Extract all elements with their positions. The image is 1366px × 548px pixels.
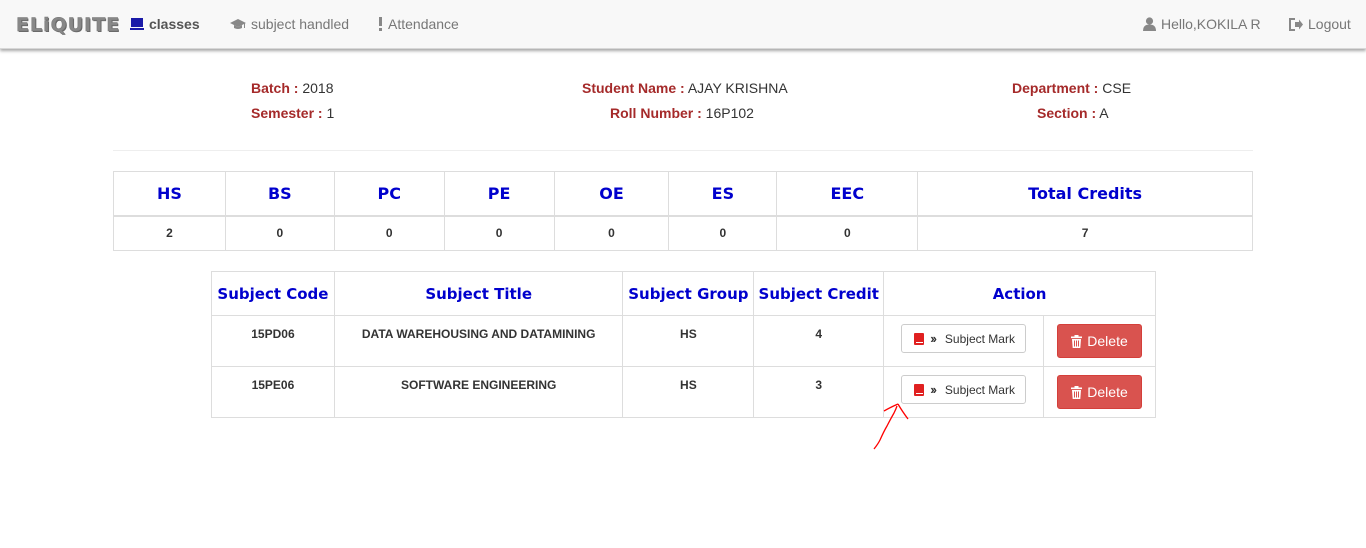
subject-credit: 4 bbox=[753, 315, 885, 367]
semester-value: 1 bbox=[326, 105, 335, 121]
delete-label: Delete bbox=[1087, 333, 1128, 349]
credits-value-pc: 0 bbox=[333, 215, 445, 251]
credits-header-es: ES bbox=[668, 171, 778, 217]
credits-value-es: 0 bbox=[668, 215, 778, 251]
credits-header-pe: PE bbox=[443, 171, 555, 217]
subject-title: DATA WAREHOUSING AND DATAMINING bbox=[333, 315, 624, 367]
subject-code: 15PE06 bbox=[211, 366, 335, 418]
subject-group: HS bbox=[622, 315, 755, 367]
book-icon bbox=[914, 332, 925, 345]
department-label: Department : bbox=[1012, 80, 1099, 96]
trash-icon bbox=[1071, 385, 1083, 399]
credits-header-total: Total Credits bbox=[917, 171, 1253, 217]
nav-item-classes[interactable]: classes bbox=[130, 16, 200, 32]
credits-value-oe: 0 bbox=[553, 215, 670, 251]
credits-header-bs: BS bbox=[224, 171, 335, 217]
student-name-info: Student Name : AJAY KRISHNA bbox=[582, 80, 788, 96]
batch-value: 2018 bbox=[302, 80, 334, 96]
header-subject-title: Subject Title bbox=[333, 271, 624, 316]
header-subject-group: Subject Group bbox=[622, 271, 755, 316]
table-row: 15PD06 DATA WAREHOUSING AND DATAMINING H… bbox=[211, 315, 1156, 367]
batch-info: Batch : 2018 bbox=[251, 80, 334, 96]
credits-value-total: 7 bbox=[917, 215, 1253, 251]
exclamation-icon bbox=[379, 17, 382, 31]
credits-value-hs: 2 bbox=[113, 215, 226, 251]
roll-number-value: 16P102 bbox=[705, 105, 754, 121]
nav-item-label: Attendance bbox=[388, 16, 459, 32]
subject-credit: 3 bbox=[753, 366, 885, 418]
logout-icon bbox=[1289, 17, 1303, 31]
trash-icon bbox=[1071, 334, 1083, 348]
annotation-arrow-icon bbox=[873, 403, 909, 450]
credits-value-pe: 0 bbox=[443, 215, 555, 251]
nav-item-attendance[interactable]: Attendance bbox=[378, 16, 459, 32]
delete-button[interactable]: Delete bbox=[1057, 324, 1142, 358]
user-greeting: Hello,KOKILA R bbox=[1161, 16, 1261, 32]
department-info: Department : CSE bbox=[1012, 80, 1131, 96]
user-menu[interactable]: Hello,KOKILA R bbox=[1143, 16, 1261, 32]
credits-header-oe: OE bbox=[553, 171, 670, 217]
logout-label: Logout bbox=[1308, 16, 1351, 32]
subject-mark-button[interactable]: ›› Subject Mark bbox=[901, 324, 1026, 353]
delete-cell: Delete bbox=[1043, 366, 1156, 418]
section-info: Section : A bbox=[1037, 105, 1109, 121]
semester-label: Semester : bbox=[251, 105, 323, 121]
credits-header-hs: HS bbox=[113, 171, 226, 217]
logout-link[interactable]: Logout bbox=[1289, 16, 1351, 32]
double-chevron-right-icon: ›› bbox=[930, 331, 937, 346]
credits-header-pc: PC bbox=[333, 171, 445, 217]
book-icon bbox=[914, 383, 925, 396]
top-navbar: ELiQUITE classes subject handled Attenda… bbox=[0, 0, 1366, 49]
batch-label: Batch : bbox=[251, 80, 299, 96]
credits-header-eec: EEC bbox=[776, 171, 919, 217]
divider bbox=[113, 150, 1253, 151]
student-name-value: AJAY KRISHNA bbox=[687, 80, 788, 96]
roll-number-info: Roll Number : 16P102 bbox=[610, 105, 754, 121]
user-icon bbox=[1143, 17, 1156, 31]
subjects-header-row: Subject Code Subject Title Subject Group… bbox=[211, 271, 1156, 316]
section-label: Section : bbox=[1037, 105, 1097, 121]
credits-header-row: HS BS PC PE OE ES EEC Total Credits bbox=[113, 171, 1253, 217]
nav-item-subject-handled[interactable]: subject handled bbox=[230, 16, 349, 32]
semester-info: Semester : 1 bbox=[251, 105, 334, 121]
subject-mark-label: Subject Mark bbox=[944, 331, 1015, 346]
double-chevron-right-icon: ›› bbox=[930, 382, 937, 397]
student-name-label: Student Name : bbox=[582, 80, 685, 96]
delete-button[interactable]: Delete bbox=[1057, 375, 1142, 409]
roll-number-label: Roll Number : bbox=[610, 105, 702, 121]
subject-group: HS bbox=[622, 366, 755, 418]
table-row: 15PE06 SOFTWARE ENGINEERING HS 3 ›› Subj… bbox=[211, 366, 1156, 418]
delete-label: Delete bbox=[1087, 384, 1128, 400]
credits-value-row: 2 0 0 0 0 0 0 7 bbox=[113, 215, 1253, 251]
header-subject-credit: Subject Credit bbox=[753, 271, 885, 316]
credits-table: HS BS PC PE OE ES EEC Total Credits 2 0 … bbox=[113, 171, 1253, 251]
nav-item-label: subject handled bbox=[251, 16, 350, 32]
mark-cell: ›› Subject Mark bbox=[883, 315, 1045, 367]
subject-mark-label: Subject Mark bbox=[944, 382, 1015, 397]
subject-title: SOFTWARE ENGINEERING bbox=[333, 366, 624, 418]
graduation-cap-icon bbox=[230, 19, 246, 29]
subjects-table: Subject Code Subject Title Subject Group… bbox=[211, 271, 1156, 418]
nav-item-label: classes bbox=[149, 16, 200, 32]
header-action: Action bbox=[883, 271, 1156, 316]
credits-value-eec: 0 bbox=[776, 215, 919, 251]
monitor-icon bbox=[130, 17, 144, 30]
credits-value-bs: 0 bbox=[224, 215, 335, 251]
header-subject-code: Subject Code bbox=[211, 271, 335, 316]
section-value: A bbox=[1099, 105, 1109, 121]
subject-code: 15PD06 bbox=[211, 315, 335, 367]
delete-cell: Delete bbox=[1043, 315, 1156, 367]
brand-logo[interactable]: ELiQUITE bbox=[16, 14, 120, 37]
department-value: CSE bbox=[1102, 80, 1132, 96]
